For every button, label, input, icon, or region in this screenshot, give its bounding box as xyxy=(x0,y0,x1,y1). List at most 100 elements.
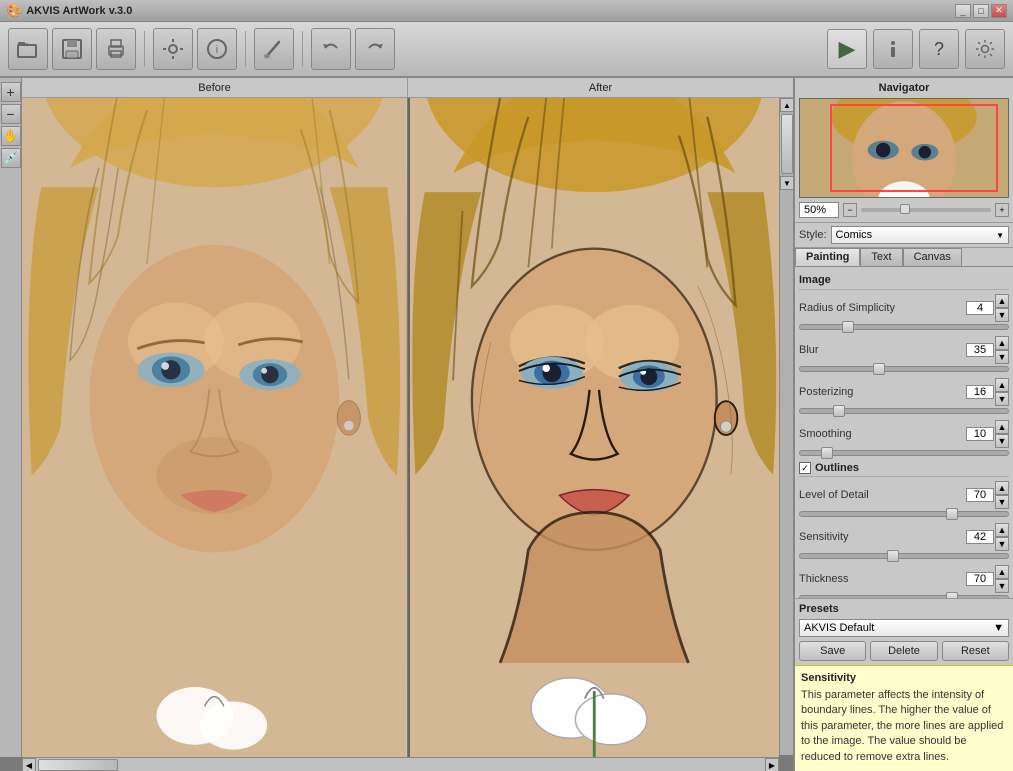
svg-text:i: i xyxy=(216,44,218,56)
smoothing-up[interactable]: ▲ xyxy=(995,420,1009,434)
after-artwork xyxy=(409,98,780,757)
sensitivity-up[interactable]: ▲ xyxy=(995,523,1009,537)
help-button[interactable]: ? xyxy=(919,29,959,69)
thickness-slider[interactable] xyxy=(799,595,1009,598)
scroll-track[interactable] xyxy=(780,114,793,174)
zoom-minus-button[interactable]: − xyxy=(843,203,857,217)
smoothing-down[interactable]: ▼ xyxy=(995,434,1009,448)
radius-simplicity-value[interactable]: 4 xyxy=(966,301,994,315)
before-label: Before xyxy=(22,78,408,97)
level-detail-value[interactable]: 70 xyxy=(966,488,994,502)
redo-button[interactable] xyxy=(355,28,395,70)
zoom-slider-thumb[interactable] xyxy=(900,204,910,214)
posterizing-slider[interactable] xyxy=(799,408,1009,414)
zoom-out-tool[interactable]: − xyxy=(1,104,21,124)
blur-down[interactable]: ▼ xyxy=(995,350,1009,364)
save-button[interactable] xyxy=(52,28,92,70)
sensitivity-thumb[interactable] xyxy=(887,550,899,562)
sensitivity-value[interactable]: 42 xyxy=(966,530,994,544)
smoothing-slider[interactable] xyxy=(799,450,1009,456)
zoom-row: 50% − + xyxy=(799,202,1009,218)
posterizing-value[interactable]: 16 xyxy=(966,385,994,399)
left-tools: + − ✋ 💉 xyxy=(0,78,22,757)
radius-simplicity-down[interactable]: ▼ xyxy=(995,308,1009,322)
level-detail-up[interactable]: ▲ xyxy=(995,481,1009,495)
blur-thumb[interactable] xyxy=(873,363,885,375)
canvas-split-divider[interactable] xyxy=(408,98,410,757)
delete-preset-button[interactable]: Delete xyxy=(870,641,937,661)
canvas-content[interactable]: ▲ ▼ ◀ ▶ xyxy=(22,98,793,771)
level-detail-slider[interactable] xyxy=(799,511,1009,517)
thickness-value[interactable]: 70 xyxy=(966,572,994,586)
reset-preset-button[interactable]: Reset xyxy=(942,641,1009,661)
outlines-header: ✓ Outlines xyxy=(799,462,1009,477)
blur-value[interactable]: 35 xyxy=(966,343,994,357)
scroll-left-button[interactable]: ◀ xyxy=(22,758,36,771)
zoom-in-tool[interactable]: + xyxy=(1,82,21,102)
horizontal-scrollbar[interactable]: ◀ ▶ xyxy=(22,757,779,771)
before-artwork xyxy=(22,98,407,757)
zoom-plus-button[interactable]: + xyxy=(995,203,1009,217)
info-button[interactable] xyxy=(873,29,913,69)
vertical-scrollbar[interactable]: ▲ ▼ xyxy=(779,98,793,755)
about-button[interactable]: i xyxy=(197,28,237,70)
canvas-area: + − ✋ 💉 Before After xyxy=(0,78,793,771)
minimize-button[interactable]: _ xyxy=(955,4,971,18)
zoom-slider[interactable] xyxy=(861,208,991,212)
open-button[interactable] xyxy=(8,28,48,70)
eyedropper-tool[interactable]: 💉 xyxy=(1,148,21,168)
presets-dropdown-arrow-icon: ▼ xyxy=(993,622,1004,634)
radius-simplicity-thumb[interactable] xyxy=(842,321,854,333)
tab-painting[interactable]: Painting xyxy=(795,248,860,266)
thickness-up[interactable]: ▲ xyxy=(995,565,1009,579)
tab-canvas[interactable]: Canvas xyxy=(903,248,962,266)
zoom-value[interactable]: 50% xyxy=(799,202,839,218)
posterizing-down[interactable]: ▼ xyxy=(995,392,1009,406)
settings-button[interactable] xyxy=(153,28,193,70)
blur-label: Blur xyxy=(799,344,819,356)
tab-text[interactable]: Text xyxy=(860,248,902,266)
scroll-down-button[interactable]: ▼ xyxy=(780,176,793,190)
app-icon: 🎨 xyxy=(6,3,22,19)
presets-buttons: Save Delete Reset xyxy=(799,641,1009,661)
radius-simplicity-up[interactable]: ▲ xyxy=(995,294,1009,308)
style-value: Comics xyxy=(836,229,873,241)
sensitivity-label: Sensitivity xyxy=(799,531,849,543)
navigator-preview[interactable] xyxy=(799,98,1009,198)
gear-button[interactable] xyxy=(965,29,1005,69)
level-detail-thumb[interactable] xyxy=(946,508,958,520)
settings-tabs: Painting Text Canvas xyxy=(795,248,1013,267)
scroll-thumb[interactable] xyxy=(781,114,793,174)
thickness-thumb[interactable] xyxy=(946,592,958,598)
save-preset-button[interactable]: Save xyxy=(799,641,866,661)
blur-up[interactable]: ▲ xyxy=(995,336,1009,350)
navigator-title: Navigator xyxy=(799,82,1009,94)
scroll-right-button[interactable]: ▶ xyxy=(765,758,779,771)
print-button[interactable] xyxy=(96,28,136,70)
presets-dropdown[interactable]: AKVIS Default ▼ xyxy=(799,619,1009,637)
smoothing-thumb[interactable] xyxy=(821,447,833,459)
undo-button[interactable] xyxy=(311,28,351,70)
titlebar-controls[interactable]: _ □ ✕ xyxy=(955,4,1007,18)
maximize-button[interactable]: □ xyxy=(973,4,989,18)
posterizing-up[interactable]: ▲ xyxy=(995,378,1009,392)
sensitivity-down[interactable]: ▼ xyxy=(995,537,1009,551)
level-detail-down[interactable]: ▼ xyxy=(995,495,1009,509)
hand-tool[interactable]: ✋ xyxy=(1,126,21,146)
brush-tool-button[interactable] xyxy=(254,28,294,70)
sensitivity-slider[interactable] xyxy=(799,553,1009,559)
blur-slider[interactable] xyxy=(799,366,1009,372)
outlines-checkbox[interactable]: ✓ xyxy=(799,462,811,474)
close-button[interactable]: ✕ xyxy=(991,4,1007,18)
radius-simplicity-slider[interactable] xyxy=(799,324,1009,330)
smoothing-value[interactable]: 10 xyxy=(966,427,994,441)
hscroll-track[interactable] xyxy=(36,758,765,771)
run-button[interactable]: ▶ xyxy=(827,29,867,69)
style-dropdown[interactable]: Comics ▼ xyxy=(831,226,1009,244)
hscroll-thumb[interactable] xyxy=(38,759,118,771)
posterizing-thumb[interactable] xyxy=(833,405,845,417)
app-title: AKVIS ArtWork v.3.0 xyxy=(26,5,132,17)
before-pane xyxy=(22,98,407,757)
thickness-down[interactable]: ▼ xyxy=(995,579,1009,593)
scroll-up-button[interactable]: ▲ xyxy=(780,98,793,112)
